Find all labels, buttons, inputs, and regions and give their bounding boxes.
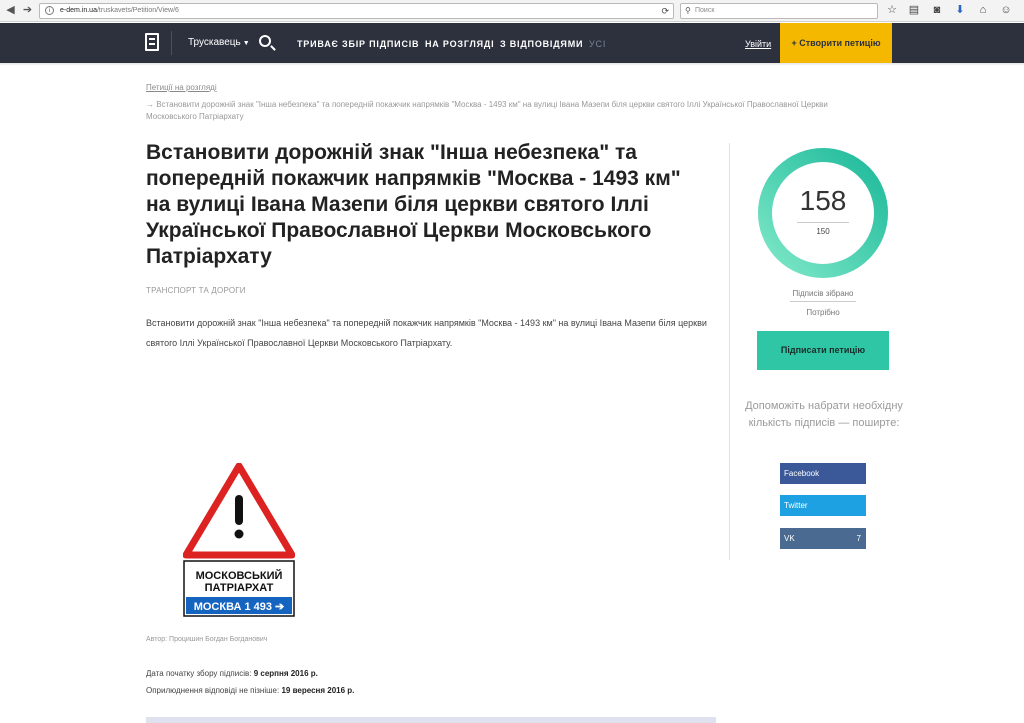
twitter-share-button[interactable]: Twitter bbox=[780, 495, 866, 516]
url-host: e-dem.in.ua bbox=[60, 7, 97, 14]
sign-text-line1: МОСКОВСЬКИЙ bbox=[196, 569, 283, 582]
facebook-share-button[interactable]: Facebook bbox=[780, 463, 866, 484]
petition-description: Встановити дорожній знак "Інша небезпека… bbox=[146, 318, 707, 348]
sign-petition-button[interactable]: Підписати петицію bbox=[757, 331, 889, 370]
address-bar[interactable]: i e-dem.in.ua/truskavets/Petition/View/6… bbox=[39, 3, 674, 19]
collected-label: Підписів зібрано bbox=[792, 289, 854, 298]
reading-list-icon[interactable]: ▤ bbox=[906, 3, 922, 18]
petition-category[interactable]: ТРАНСПОРТ ТА ДОРОГИ bbox=[146, 286, 246, 295]
exclamation-dot bbox=[234, 529, 244, 539]
chat-icon[interactable]: ☺ bbox=[998, 3, 1014, 18]
exclamation-bar bbox=[235, 495, 243, 525]
home-icon[interactable]: ⌂ bbox=[975, 3, 991, 18]
sign-text-blue: МОСКВА 1 493 ➔ bbox=[194, 601, 285, 613]
search-icon: ⚲ bbox=[685, 6, 691, 15]
url-path: /truskavets/Petition/View/6 bbox=[96, 7, 179, 14]
sidebar-divider bbox=[729, 143, 730, 560]
search-icon[interactable] bbox=[259, 35, 271, 47]
content-footer-bar bbox=[146, 717, 716, 723]
nav-under-review[interactable]: НА РОЗГЛЯДІ bbox=[425, 39, 494, 49]
city-name: Трускавець bbox=[188, 37, 241, 48]
signatures-needed: 150 bbox=[816, 227, 830, 236]
signatures-count: 158 bbox=[799, 185, 847, 216]
bookmark-star-icon[interactable]: ☆ bbox=[884, 3, 900, 18]
download-icon[interactable]: ⬇ bbox=[952, 3, 968, 18]
petition-author: Автор: Процишин Богдан Богданович bbox=[146, 636, 267, 643]
vk-share-button[interactable]: VK 7 bbox=[780, 528, 866, 549]
info-icon[interactable]: i bbox=[45, 6, 54, 15]
facebook-label: Facebook bbox=[784, 469, 820, 478]
start-date-row: Дата початку збору підписів: 9 серпня 20… bbox=[146, 665, 354, 682]
breadcrumb-current: → Встановити дорожній знак "Інша небезпе… bbox=[146, 100, 828, 121]
create-petition-button[interactable]: + Створити петицію bbox=[780, 23, 892, 63]
browser-search-placeholder: Поиск bbox=[695, 7, 715, 14]
nav-answered[interactable]: З ВІДПОВІДЯМИ bbox=[500, 39, 583, 49]
start-date-value: 9 серпня 2016 р. bbox=[253, 669, 318, 678]
vk-label: VK bbox=[784, 534, 795, 543]
reload-icon[interactable]: ⟳ bbox=[661, 4, 669, 18]
start-date-label: Дата початку збору підписів: bbox=[146, 669, 252, 678]
road-sign-image: МОСКОВСЬКИЙ ПАТРІАРХАТ МОСКВА 1 493 ➔ bbox=[183, 463, 295, 617]
browser-search-input[interactable]: ⚲ Поиск bbox=[680, 3, 878, 19]
caret-down-icon: ▼ bbox=[242, 40, 250, 47]
vk-share-count: 7 bbox=[856, 534, 861, 543]
count-divider bbox=[797, 222, 849, 223]
header-divider bbox=[171, 31, 172, 55]
share-help-text: Допоможіть набрати необхідну кількість п… bbox=[745, 400, 903, 429]
forward-icon[interactable]: ➔ bbox=[20, 3, 35, 18]
sign-text-line2: ПАТРІАРХАТ bbox=[205, 582, 274, 594]
author-name: Процишин Богдан Богданович bbox=[169, 636, 268, 643]
answer-date-row: Оприлюднення відповіді не пізніше: 19 ве… bbox=[146, 682, 354, 699]
author-label: Автор: bbox=[146, 636, 168, 643]
answer-date-label: Оприлюднення відповіді не пізніше: bbox=[146, 686, 280, 695]
twitter-label: Twitter bbox=[784, 501, 808, 510]
back-icon[interactable]: ◀ bbox=[3, 3, 18, 18]
site-logo-icon[interactable] bbox=[145, 33, 159, 51]
breadcrumb-parent[interactable]: Петиції на розгляді bbox=[146, 83, 217, 92]
nav-collecting[interactable]: ТРИВАЄ ЗБІР ПІДПИСІВ bbox=[297, 39, 419, 49]
login-link[interactable]: Увійти bbox=[745, 39, 771, 49]
site-header: Трускавець ▼ ТРИВАЄ ЗБІР ПІДПИСІВ НА РОЗГ… bbox=[0, 23, 1024, 63]
petition-dates: Дата початку збору підписів: 9 серпня 20… bbox=[146, 665, 354, 699]
needed-label: Потрібно bbox=[806, 308, 840, 317]
browser-toolbar: ◀ ➔ i e-dem.in.ua/truskavets/Petition/Vi… bbox=[0, 0, 1024, 22]
header-shadow bbox=[0, 63, 1024, 66]
city-selector[interactable]: Трускавець ▼ bbox=[188, 37, 250, 48]
nav-all[interactable]: УСІ bbox=[589, 39, 606, 49]
pocket-icon[interactable]: ◙ bbox=[929, 3, 945, 18]
petition-title: Встановити дорожній знак "Інша небезпека… bbox=[146, 141, 681, 268]
label-divider bbox=[790, 301, 856, 302]
answer-date-value: 19 вересня 2016 р. bbox=[281, 686, 355, 695]
